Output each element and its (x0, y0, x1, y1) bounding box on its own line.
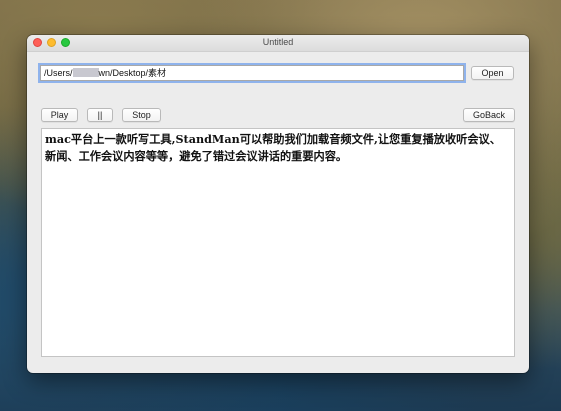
redacted-username (72, 68, 99, 77)
file-path-input[interactable]: /Users/wn/Desktop/素材 (40, 65, 464, 81)
pause-button[interactable]: || (87, 108, 113, 122)
app-window: Untitled /Users/wn/Desktop/素材 Open Play … (27, 35, 529, 373)
stop-button[interactable]: Stop (122, 108, 161, 122)
goback-button[interactable]: GoBack (463, 108, 515, 122)
editor-text: mac平台上一款听写工具,StandMan可以帮助我们加载音频文件,让您重复播放… (45, 132, 501, 163)
file-path-prefix: /Users/ (44, 68, 73, 78)
open-button[interactable]: Open (471, 66, 514, 80)
file-path-suffix: wn/Desktop/素材 (98, 68, 167, 78)
title-bar[interactable]: Untitled (27, 35, 529, 52)
window-title: Untitled (262, 37, 294, 47)
text-editor[interactable]: mac平台上一款听写工具,StandMan可以帮助我们加载音频文件,让您重复播放… (41, 128, 515, 357)
play-button[interactable]: Play (41, 108, 78, 122)
